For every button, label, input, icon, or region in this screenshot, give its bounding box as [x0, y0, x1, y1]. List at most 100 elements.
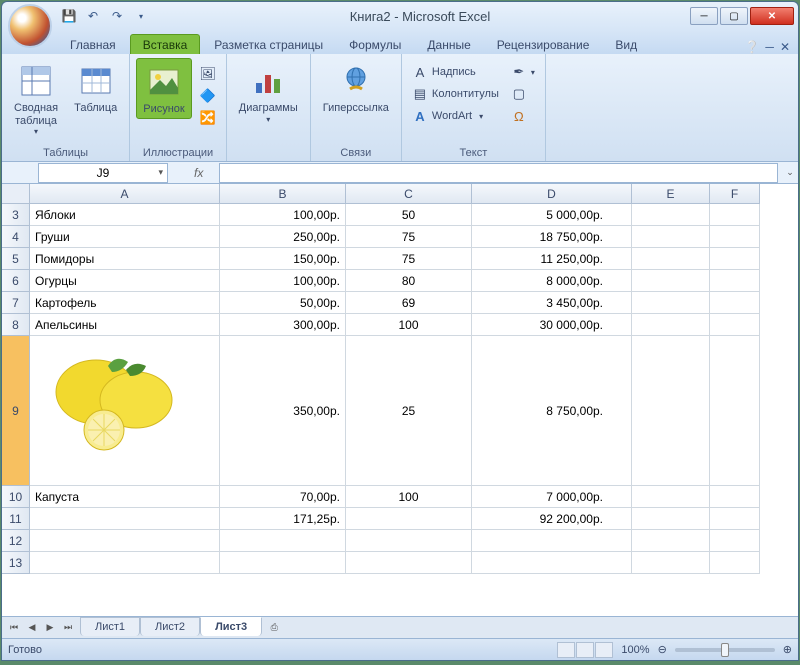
cell[interactable]	[220, 530, 346, 552]
cell[interactable]: 250,00р.	[220, 226, 346, 248]
headerfooter-button[interactable]: ▤Колонтитулы	[408, 84, 503, 104]
cell[interactable]	[632, 270, 710, 292]
charts-button[interactable]: Диаграммы ▾	[233, 58, 304, 126]
cell[interactable]	[632, 292, 710, 314]
zoom-slider[interactable]	[675, 648, 775, 652]
cell[interactable]	[632, 226, 710, 248]
maximize-button[interactable]: ▢	[720, 7, 748, 25]
cell[interactable]	[632, 204, 710, 226]
cell[interactable]: 30 000,00р.	[472, 314, 632, 336]
redo-icon[interactable]: ↷	[108, 7, 126, 25]
cell[interactable]: 92 200,00р.	[472, 508, 632, 530]
view-layout-button[interactable]	[576, 642, 594, 658]
sheet-tab-1[interactable]: Лист1	[80, 617, 140, 636]
sheet-nav-prev-icon[interactable]: ◀	[24, 620, 40, 636]
office-button[interactable]	[8, 4, 52, 48]
sheet-nav-next-icon[interactable]: ▶	[42, 620, 58, 636]
cell[interactable]	[472, 552, 632, 574]
column-header[interactable]: D	[472, 184, 632, 204]
cell[interactable]: 100,00р.	[220, 204, 346, 226]
cell[interactable]	[632, 530, 710, 552]
cell[interactable]: 171,25р.	[220, 508, 346, 530]
view-normal-button[interactable]	[557, 642, 575, 658]
zoom-level[interactable]: 100%	[621, 644, 649, 656]
row-header[interactable]: 4	[2, 226, 30, 248]
symbol-button[interactable]: Ω	[507, 106, 539, 126]
textbox-button[interactable]: AНадпись	[408, 62, 503, 82]
column-header[interactable]: E	[632, 184, 710, 204]
cell[interactable]: 8 000,00р.	[472, 270, 632, 292]
cell[interactable]	[632, 486, 710, 508]
cell[interactable]: 350,00р.	[220, 336, 346, 486]
clipart-button[interactable]: 🖼	[196, 64, 220, 84]
sheet-nav-first-icon[interactable]: ⏮	[6, 620, 22, 636]
table-button[interactable]: Таблица	[68, 58, 123, 117]
tab-layout[interactable]: Разметка страницы	[202, 35, 335, 54]
sheet-tab-3[interactable]: Лист3	[200, 617, 262, 636]
row-header[interactable]: 8	[2, 314, 30, 336]
tab-data[interactable]: Данные	[415, 35, 482, 54]
help-icon[interactable]: ❔	[744, 40, 759, 54]
row-header[interactable]: 9	[2, 336, 30, 486]
cell[interactable]: 7 000,00р.	[472, 486, 632, 508]
cell[interactable]	[710, 314, 760, 336]
cell[interactable]	[472, 530, 632, 552]
row-header[interactable]: 13	[2, 552, 30, 574]
name-box[interactable]: J9	[38, 163, 168, 183]
cell[interactable]	[710, 270, 760, 292]
cell[interactable]: 18 750,00р.	[472, 226, 632, 248]
new-sheet-icon[interactable]: ⎙	[266, 620, 282, 636]
cell[interactable]: 25	[346, 336, 472, 486]
cell[interactable]: 100,00р.	[220, 270, 346, 292]
ribbon-minimize-icon[interactable]: ─	[765, 40, 774, 54]
cell[interactable]	[30, 336, 220, 486]
row-header[interactable]: 11	[2, 508, 30, 530]
cell[interactable]: 75	[346, 248, 472, 270]
sheet-tab-2[interactable]: Лист2	[140, 617, 200, 636]
minimize-button[interactable]: ─	[690, 7, 718, 25]
cell[interactable]	[632, 508, 710, 530]
cell[interactable]: 50	[346, 204, 472, 226]
column-header[interactable]: A	[30, 184, 220, 204]
cell[interactable]: 70,00р.	[220, 486, 346, 508]
cell[interactable]	[220, 552, 346, 574]
formula-expand-icon[interactable]: ⌄	[782, 167, 798, 178]
cell[interactable]: Груши	[30, 226, 220, 248]
cell[interactable]: 11 250,00р.	[472, 248, 632, 270]
cell[interactable]: 300,00р.	[220, 314, 346, 336]
cell[interactable]	[632, 248, 710, 270]
object-button[interactable]: ▢	[507, 84, 539, 104]
cell[interactable]	[710, 248, 760, 270]
cell[interactable]	[710, 292, 760, 314]
tab-insert[interactable]: Вставка	[130, 34, 201, 54]
cell[interactable]	[710, 336, 760, 486]
cell[interactable]: Капуста	[30, 486, 220, 508]
cell[interactable]: Апельсины	[30, 314, 220, 336]
fx-button[interactable]: fx	[194, 166, 203, 180]
cell[interactable]	[710, 204, 760, 226]
column-header[interactable]: F	[710, 184, 760, 204]
column-header[interactable]: B	[220, 184, 346, 204]
picture-button[interactable]: Рисунок	[136, 58, 192, 119]
cell[interactable]: Помидоры	[30, 248, 220, 270]
cell[interactable]	[632, 552, 710, 574]
cell[interactable]	[710, 508, 760, 530]
cell[interactable]: 100	[346, 486, 472, 508]
undo-icon[interactable]: ↶	[84, 7, 102, 25]
pivot-table-button[interactable]: Сводная таблица ▾	[8, 58, 64, 138]
tab-home[interactable]: Главная	[58, 35, 128, 54]
cell[interactable]	[710, 530, 760, 552]
cell[interactable]: 100	[346, 314, 472, 336]
sheet-nav-last-icon[interactable]: ⏭	[60, 620, 76, 636]
tab-review[interactable]: Рецензирование	[485, 35, 602, 54]
select-all-corner[interactable]	[2, 184, 30, 204]
signature-button[interactable]: ✒▾	[507, 62, 539, 82]
shapes-button[interactable]: 🔷	[196, 86, 220, 106]
row-header[interactable]: 3	[2, 204, 30, 226]
row-header[interactable]: 6	[2, 270, 30, 292]
zoom-in-button[interactable]: ⊕	[783, 643, 792, 656]
cell[interactable]: 150,00р.	[220, 248, 346, 270]
smartart-button[interactable]: 🔀	[196, 108, 220, 128]
cell[interactable]	[710, 552, 760, 574]
cell[interactable]: 8 750,00р.	[472, 336, 632, 486]
